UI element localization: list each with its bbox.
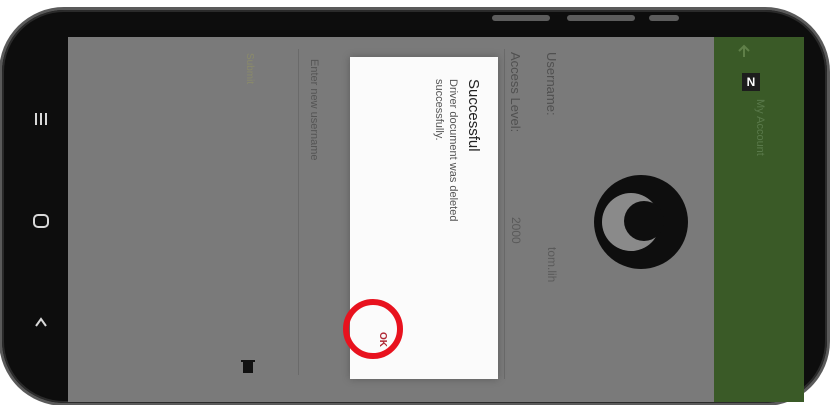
avatar-icon [594, 175, 688, 269]
app-screen: N My Account Username: tom.lih Access Le… [68, 37, 804, 402]
recents-icon[interactable] [28, 106, 54, 132]
phone-side-key [567, 15, 635, 21]
app-logo-icon: N [742, 73, 760, 91]
phone-side-key [492, 15, 550, 21]
home-icon[interactable] [28, 208, 54, 234]
dialog-title: Successful [465, 79, 482, 152]
phone-side-key [649, 15, 679, 21]
up-arrow-icon[interactable] [736, 43, 752, 59]
trash-icon[interactable] [240, 359, 256, 375]
new-username-underline [298, 49, 299, 375]
access-level-value: 2000 [509, 217, 523, 244]
access-level-label: Access Level: [508, 52, 523, 133]
app-bar: N My Account [714, 37, 804, 402]
new-username-input[interactable]: Enter new username [308, 59, 320, 161]
dialog-message-text: Driver document was deleted successfully… [433, 79, 459, 222]
submit-button[interactable]: Submit [244, 53, 255, 84]
highlight-ring [343, 299, 403, 359]
app-title: My Account [754, 99, 766, 156]
username-value: tom.lih [545, 247, 559, 283]
dialog-message: Driver document was deleted successfully… [430, 79, 460, 279]
username-label: Username: [544, 52, 559, 116]
back-icon[interactable] [28, 310, 54, 336]
access-level-divider [504, 49, 505, 379]
phone-frame: N My Account Username: tom.lih Access Le… [2, 10, 827, 403]
